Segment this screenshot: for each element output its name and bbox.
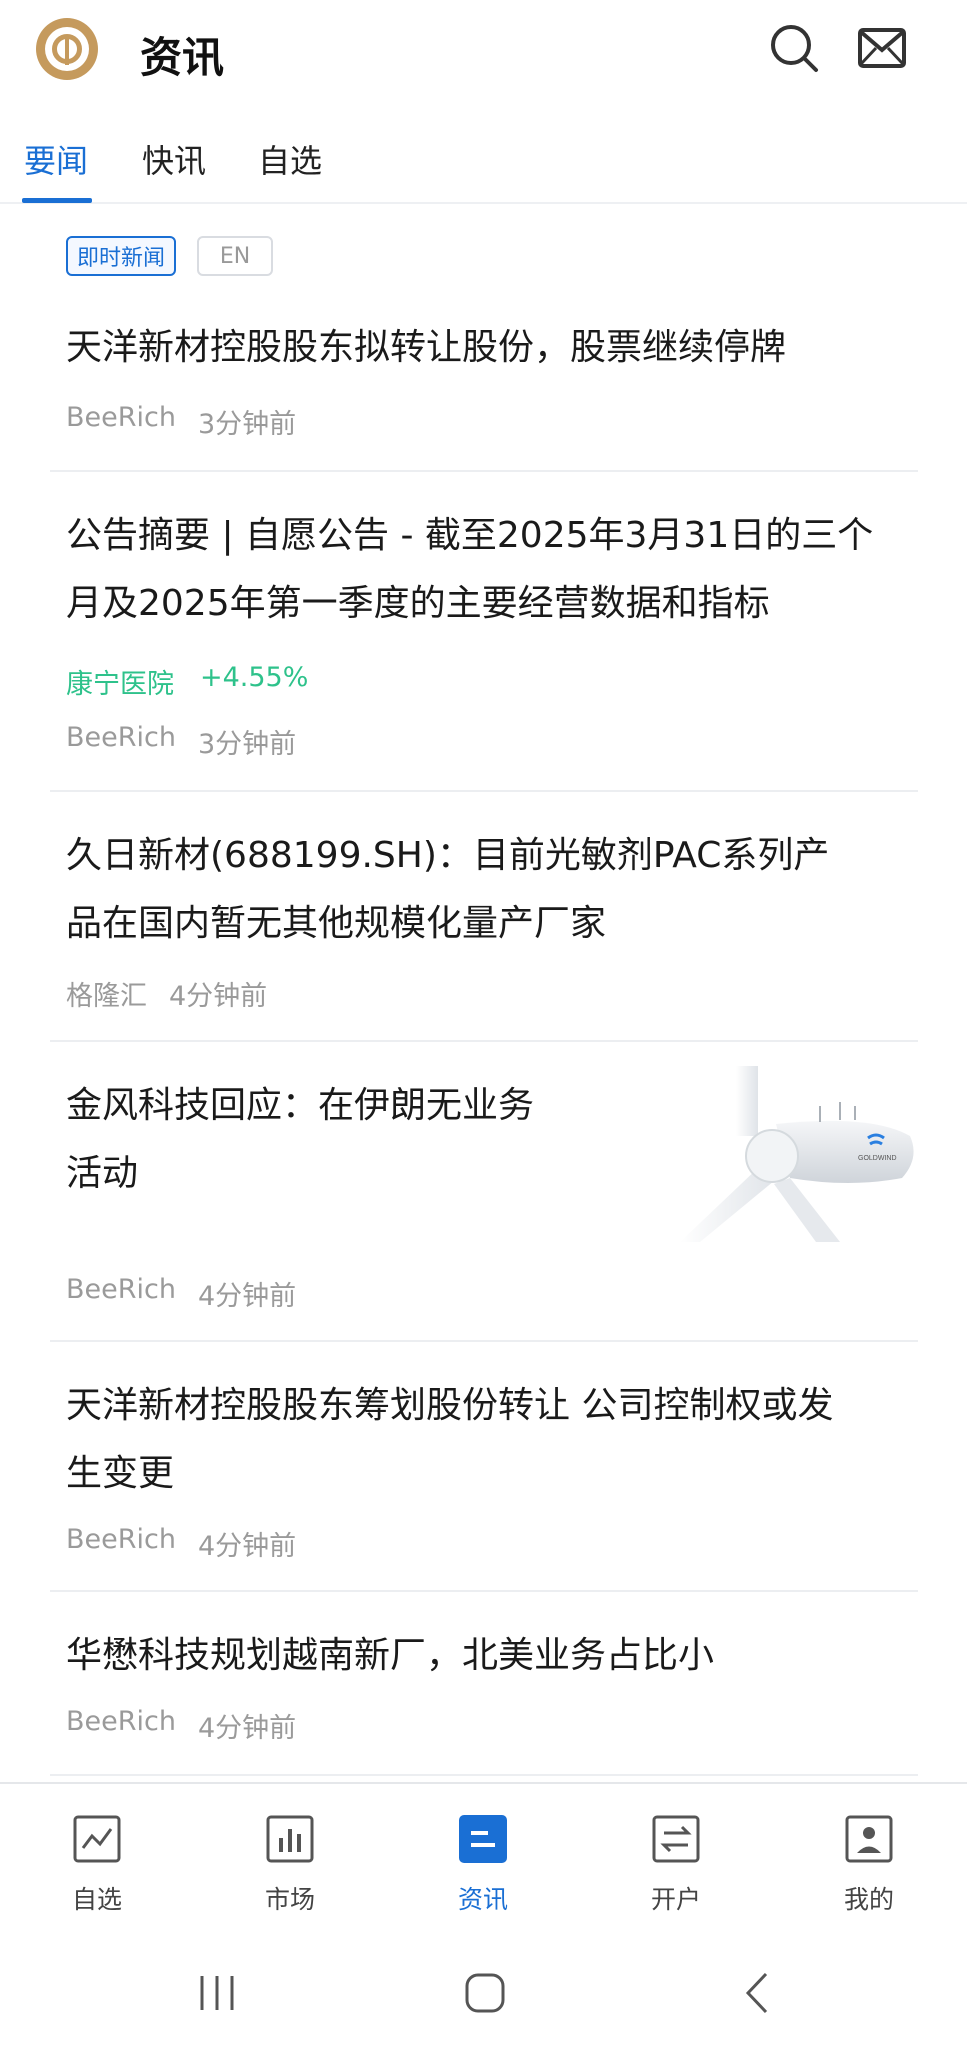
article-title-line1: 金风科技回应：在伊朗无业务	[66, 1085, 535, 1126]
article-time: 4分钟前	[169, 981, 268, 1012]
article-source: 格隆汇	[66, 981, 147, 1012]
article-time: 4分钟前	[197, 1531, 297, 1562]
article-source: BeeRich	[66, 1274, 176, 1305]
nav-label: 开户	[650, 1885, 701, 1914]
tab-flash[interactable]: 快讯	[142, 136, 206, 182]
nav-label: 自选	[71, 1885, 122, 1914]
article-title: 华懋科技规划越南新厂，北美业务占比小	[66, 1635, 715, 1676]
page-title: 资讯	[140, 33, 225, 82]
nav-open-account[interactable]: 开户	[621, 1814, 731, 1916]
article-title-line2: 月及2025年第一季度的主要经营数据和指标	[66, 583, 770, 624]
article-source: BeeRich	[66, 1706, 176, 1737]
nav-profile[interactable]: 我的	[814, 1814, 924, 1916]
article-time: 4分钟前	[197, 1281, 297, 1312]
article-title: 天洋新材控股股东拟转让股份，股票继续停牌	[66, 327, 787, 368]
article-meta: BeeRich 4分钟前	[66, 1706, 296, 1745]
article-meta: BeeRich 4分钟前	[66, 1524, 296, 1563]
bottom-nav: 自选 市场 资讯 开户 我的	[0, 1782, 967, 1932]
article-title-line1: 久日新材(688199.SH)：目前光敏剂PAC系列产	[66, 835, 830, 876]
news-icon	[459, 1815, 507, 1863]
profile-icon	[845, 1815, 893, 1863]
article-title-line2: 品在国内暂无其他规模化量产厂家	[66, 903, 607, 944]
article-meta: BeeRich 4分钟前	[66, 1274, 296, 1313]
chart-line-icon	[73, 1815, 121, 1863]
related-stock[interactable]: 康宁医院 +4.55%	[66, 662, 308, 701]
article-time: 3分钟前	[197, 729, 297, 760]
wind-turbine-thumbnail: GOLDWIND	[680, 1066, 914, 1242]
news-tabs: 要闻 快讯 自选	[0, 130, 967, 204]
bar-chart-icon	[266, 1815, 314, 1863]
nav-label: 资讯	[457, 1885, 508, 1914]
goldwind-mark: GOLDWIND	[858, 1155, 897, 1162]
en-filter[interactable]: EN	[197, 236, 273, 276]
article-title-line2: 生变更	[66, 1453, 175, 1494]
article-source: BeeRich	[66, 402, 176, 433]
search-icon[interactable]	[768, 22, 820, 74]
article-source: BeeRich	[66, 1524, 176, 1555]
nav-watchlist[interactable]: 自选	[42, 1814, 152, 1916]
tab-watchlist[interactable]: 自选	[258, 136, 322, 182]
system-nav-bar	[0, 1932, 967, 2048]
list-item[interactable]: 华懋科技规划越南新厂，北美业务占比小 BeeRich 4分钟前	[50, 1592, 918, 1776]
list-item[interactable]: 天洋新材控股股东拟转让股份，股票继续停牌 BeeRich 3分钟前	[50, 310, 918, 472]
list-item[interactable]: 公告摘要 | 自愿公告 - 截至2025年3月31日的三个 月及2025年第一季…	[50, 472, 918, 792]
list-item[interactable]: 金风科技回应：在伊朗无业务 活动 GOLDWIND BeeRich 4分钟前	[50, 1042, 918, 1342]
article-title-line1: 天洋新材控股股东筹划股份转让 公司控制权或发	[66, 1385, 834, 1426]
transfer-icon	[652, 1815, 700, 1863]
realtime-news-filter[interactable]: 即时新闻	[66, 236, 176, 276]
home-icon[interactable]	[462, 1970, 508, 2016]
app-header: 资讯	[0, 0, 967, 104]
tab-headlines[interactable]: 要闻	[24, 136, 88, 182]
nav-label: 我的	[843, 1885, 894, 1914]
article-time: 3分钟前	[197, 409, 297, 440]
article-title-line2: 活动	[66, 1153, 139, 1194]
stock-name: 康宁医院	[66, 669, 174, 700]
back-icon[interactable]	[736, 1970, 782, 2016]
article-source: BeeRich	[66, 722, 176, 753]
nav-news[interactable]: 资讯	[428, 1814, 538, 1916]
article-meta: BeeRich 3分钟前	[66, 402, 296, 441]
article-time: 4分钟前	[197, 1713, 297, 1744]
nav-label: 市场	[264, 1885, 315, 1914]
active-tab-indicator	[22, 198, 92, 203]
list-item[interactable]: 久日新材(688199.SH)：目前光敏剂PAC系列产 品在国内暂无其他规模化量…	[50, 792, 918, 1042]
article-title-line1: 公告摘要 | 自愿公告 - 截至2025年3月31日的三个	[66, 515, 874, 556]
recent-apps-icon[interactable]	[194, 1970, 240, 2016]
nav-market[interactable]: 市场	[235, 1814, 345, 1916]
article-meta: BeeRich 3分钟前	[66, 722, 296, 761]
app-logo	[36, 18, 98, 80]
list-item[interactable]: 天洋新材控股股东筹划股份转让 公司控制权或发 生变更 BeeRich 4分钟前	[50, 1342, 918, 1592]
stock-change: +4.55%	[200, 662, 309, 693]
article-meta: 格隆汇 4分钟前	[66, 974, 267, 1013]
mail-icon[interactable]	[856, 22, 908, 74]
